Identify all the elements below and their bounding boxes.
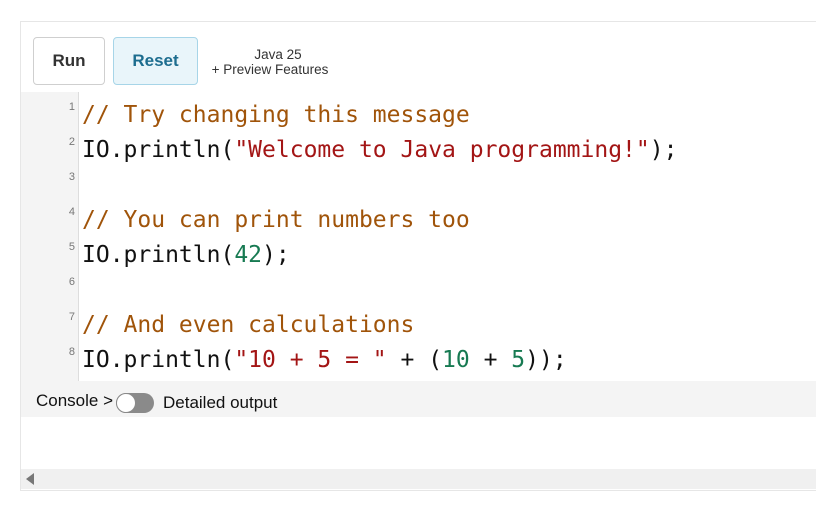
code-line[interactable]: IO.println("10 + 5 = " + (10 + 5)); [82, 345, 567, 375]
horizontal-scrollbar[interactable] [21, 469, 816, 489]
code-line[interactable]: // You can print numbers too [82, 205, 470, 235]
code-line[interactable]: // And even calculations [82, 310, 414, 340]
line-number: 4 [68, 206, 75, 218]
console-bar: Console > Detailed output [21, 381, 816, 417]
line-number: 2 [68, 136, 75, 148]
code-token: 10 [442, 347, 470, 373]
code-token: // And even calculations [82, 312, 415, 338]
code-line[interactable]: IO.println("Welcome to Java programming!… [82, 135, 677, 165]
reset-button[interactable]: Reset [113, 37, 198, 85]
code-token: "Welcome to Java programming!" [234, 137, 650, 163]
code-token: ); [649, 137, 678, 163]
line-number: 3 [68, 171, 75, 183]
code-token: ); [262, 242, 290, 268]
code-runner-panel: Run Reset Java 25 + Preview Features 1 2 3… [20, 21, 816, 491]
toolbar: Run Reset Java 25 + Preview Features [21, 22, 816, 92]
code-line[interactable]: // Try changing this message [82, 100, 470, 130]
console-label[interactable]: Console > [36, 391, 113, 411]
code-token: IO.println( [82, 137, 235, 163]
java-version-line: Java 25 [254, 47, 302, 62]
scroll-left-arrow-icon[interactable] [26, 473, 34, 485]
code-token: + ( [386, 347, 443, 373]
code-token: 5 [511, 347, 526, 373]
console-output [21, 417, 816, 469]
code-token: // Try changing this message [82, 102, 470, 128]
code-token: )); [525, 347, 567, 373]
code-token: // You can print numbers too [82, 207, 470, 233]
code-editor[interactable]: 1 2 3 4 5 6 7 8 // Try changing this message IO.… [21, 92, 816, 381]
line-number: 6 [68, 276, 75, 288]
code-token: 42 [234, 242, 263, 268]
line-number: 8 [68, 346, 75, 358]
run-button[interactable]: Run [33, 37, 105, 85]
toggle-knob [116, 393, 136, 413]
code-token: "10 + 5 = " [234, 347, 387, 373]
java-version-label: Java 25 + Preview Features [212, 47, 343, 77]
code-token: IO.println( [82, 347, 235, 373]
gutter-divider [78, 92, 79, 381]
line-number: 1 [68, 101, 75, 113]
code-token: IO.println( [82, 242, 235, 268]
line-number-gutter: 1 2 3 4 5 6 7 8 [21, 92, 78, 381]
code-token: + [469, 347, 512, 373]
code-line[interactable]: IO.println(42); [82, 240, 290, 270]
line-number: 7 [68, 311, 75, 323]
line-number: 5 [68, 241, 75, 253]
detailed-output-toggle[interactable] [116, 393, 154, 413]
detailed-output-label: Detailed output [163, 393, 278, 412]
preview-features-line: + Preview Features [211, 62, 329, 77]
